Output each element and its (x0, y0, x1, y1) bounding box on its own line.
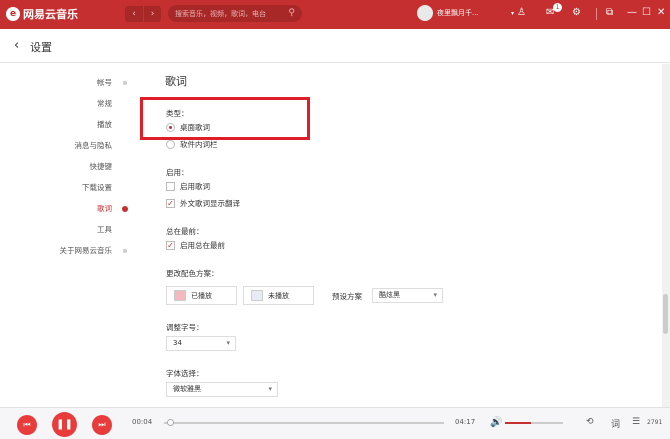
title-bar: e 网易云音乐 ‹ › ⚲ 夜里飘月千... ▾ ♙ ✉ 1 ⚙ ⧉ — ☐ ✕ (0, 0, 670, 29)
username[interactable]: 夜里飘月千... (437, 8, 507, 18)
minimize-icon[interactable]: — (627, 7, 637, 18)
close-icon[interactable]: ✕ (657, 7, 665, 18)
volume-slider[interactable] (505, 422, 563, 424)
checkbox[interactable] (166, 182, 175, 191)
back-nav-button[interactable]: ‹ (125, 6, 143, 22)
checkbox-checked[interactable]: ✓ (166, 241, 175, 250)
avatar[interactable] (417, 5, 433, 21)
nav-dot (123, 81, 127, 85)
maximize-icon[interactable]: ☐ (642, 7, 651, 18)
nav-item-about[interactable]: 关于网易云音乐 (44, 240, 139, 261)
progress-bar[interactable] (164, 419, 444, 426)
chevron-down-icon: ▾ (433, 291, 437, 299)
nav-active-dot (122, 206, 128, 212)
settings-gear-icon[interactable]: ⚙ (572, 7, 581, 18)
nav-item-download[interactable]: 下载设置 (44, 177, 139, 198)
font-family-label: 字体选择： (166, 369, 204, 378)
unplayed-color-swatch (251, 290, 263, 301)
font-size-label: 调整字号： (166, 323, 204, 332)
settings-nav: 帐号 常规 播放 消息与隐私 快捷键 下载设置 歌词 工具 关于网易云音乐 (44, 72, 139, 261)
ontop-label: 总在最前： (166, 227, 204, 236)
nav-item-general[interactable]: 常规 (44, 93, 139, 114)
loop-mode-icon[interactable]: ⟲ (586, 417, 594, 427)
played-color-swatch (174, 290, 186, 301)
titlebar-divider (596, 8, 597, 20)
highlight-box (140, 97, 310, 140)
played-color-button[interactable]: 已播放 (166, 286, 237, 305)
forward-nav-button[interactable]: › (143, 6, 161, 22)
chevron-down-icon[interactable]: ▾ (511, 10, 514, 17)
radio-button[interactable] (166, 140, 175, 149)
nav-item-account[interactable]: 帐号 (44, 72, 139, 93)
nav-item-privacy[interactable]: 消息与隐私 (44, 135, 139, 156)
nav-item-shortcuts[interactable]: 快捷键 (44, 156, 139, 177)
netease-logo-icon: e (6, 7, 20, 21)
previous-track-button[interactable]: ⏮ (17, 415, 37, 435)
section-title-lyrics: 歌词 (165, 75, 187, 88)
total-time: 04:17 (455, 418, 476, 426)
search-box: ⚲ (168, 5, 302, 22)
font-size-select[interactable]: 34 ▾ (166, 336, 236, 351)
user-menu[interactable]: 夜里飘月千... ▾ (417, 5, 514, 21)
preset-label: 预设方案 (332, 292, 362, 301)
lyric-toggle-button[interactable]: 词 (611, 417, 620, 430)
back-chevron-icon[interactable]: ‹ (14, 38, 19, 53)
nav-item-playback[interactable]: 播放 (44, 114, 139, 135)
playlist-count: 2791 (647, 419, 663, 426)
player-bar: ⏮ ❚❚ ⏭ 00:04 04:17 🔊 ⟲ 词 ☰ 2791 (0, 407, 670, 439)
volume-fill (505, 422, 532, 424)
progress-knob[interactable] (166, 419, 174, 426)
history-nav: ‹ › (125, 6, 161, 22)
nav-item-lyrics[interactable]: 歌词 (44, 198, 139, 219)
checkbox-enable-lyrics[interactable]: 启用歌词 (166, 181, 210, 192)
checkbox-show-translation[interactable]: ✓ 外文歌词显示翻译 (166, 198, 240, 209)
color-scheme-label: 更改配色方案： (166, 269, 219, 278)
pause-button[interactable]: ❚❚ (52, 412, 77, 437)
current-time: 00:04 (132, 418, 153, 426)
message-badge: 1 (553, 3, 562, 12)
nav-item-tools[interactable]: 工具 (44, 219, 139, 240)
page-header: ‹ 设置 (0, 29, 670, 63)
search-icon[interactable]: ⚲ (288, 8, 295, 18)
unplayed-color-button[interactable]: 未播放 (243, 286, 314, 305)
chevron-down-icon: ▾ (226, 339, 230, 347)
nav-dot (123, 249, 127, 253)
preset-select[interactable]: 酷炫黑 ▾ (372, 288, 443, 303)
checkbox-always-on-top[interactable]: ✓ 启用总在最前 (166, 240, 225, 251)
next-track-button[interactable]: ⏭ (92, 415, 112, 435)
radio-in-app-lyrics[interactable]: 软件内词栏 (166, 139, 218, 150)
playlist-icon[interactable]: ☰ (632, 417, 640, 427)
mini-mode-icon[interactable]: ⧉ (606, 7, 613, 18)
search-input[interactable] (168, 5, 276, 22)
page-title: 设置 (30, 41, 52, 54)
skin-shirt-icon[interactable]: ♙ (517, 7, 526, 18)
scrollbar-thumb[interactable] (663, 294, 668, 334)
chevron-down-icon: ▾ (268, 385, 272, 393)
app-logo[interactable]: e 网易云音乐 (6, 6, 78, 22)
enable-label: 启用： (166, 168, 189, 177)
scrollbar[interactable] (662, 64, 670, 407)
volume-icon[interactable]: 🔊 (490, 417, 502, 428)
app-name: 网易云音乐 (23, 8, 78, 21)
checkbox-checked[interactable]: ✓ (166, 199, 175, 208)
font-family-select[interactable]: 微软雅黑 ▾ (166, 382, 278, 397)
